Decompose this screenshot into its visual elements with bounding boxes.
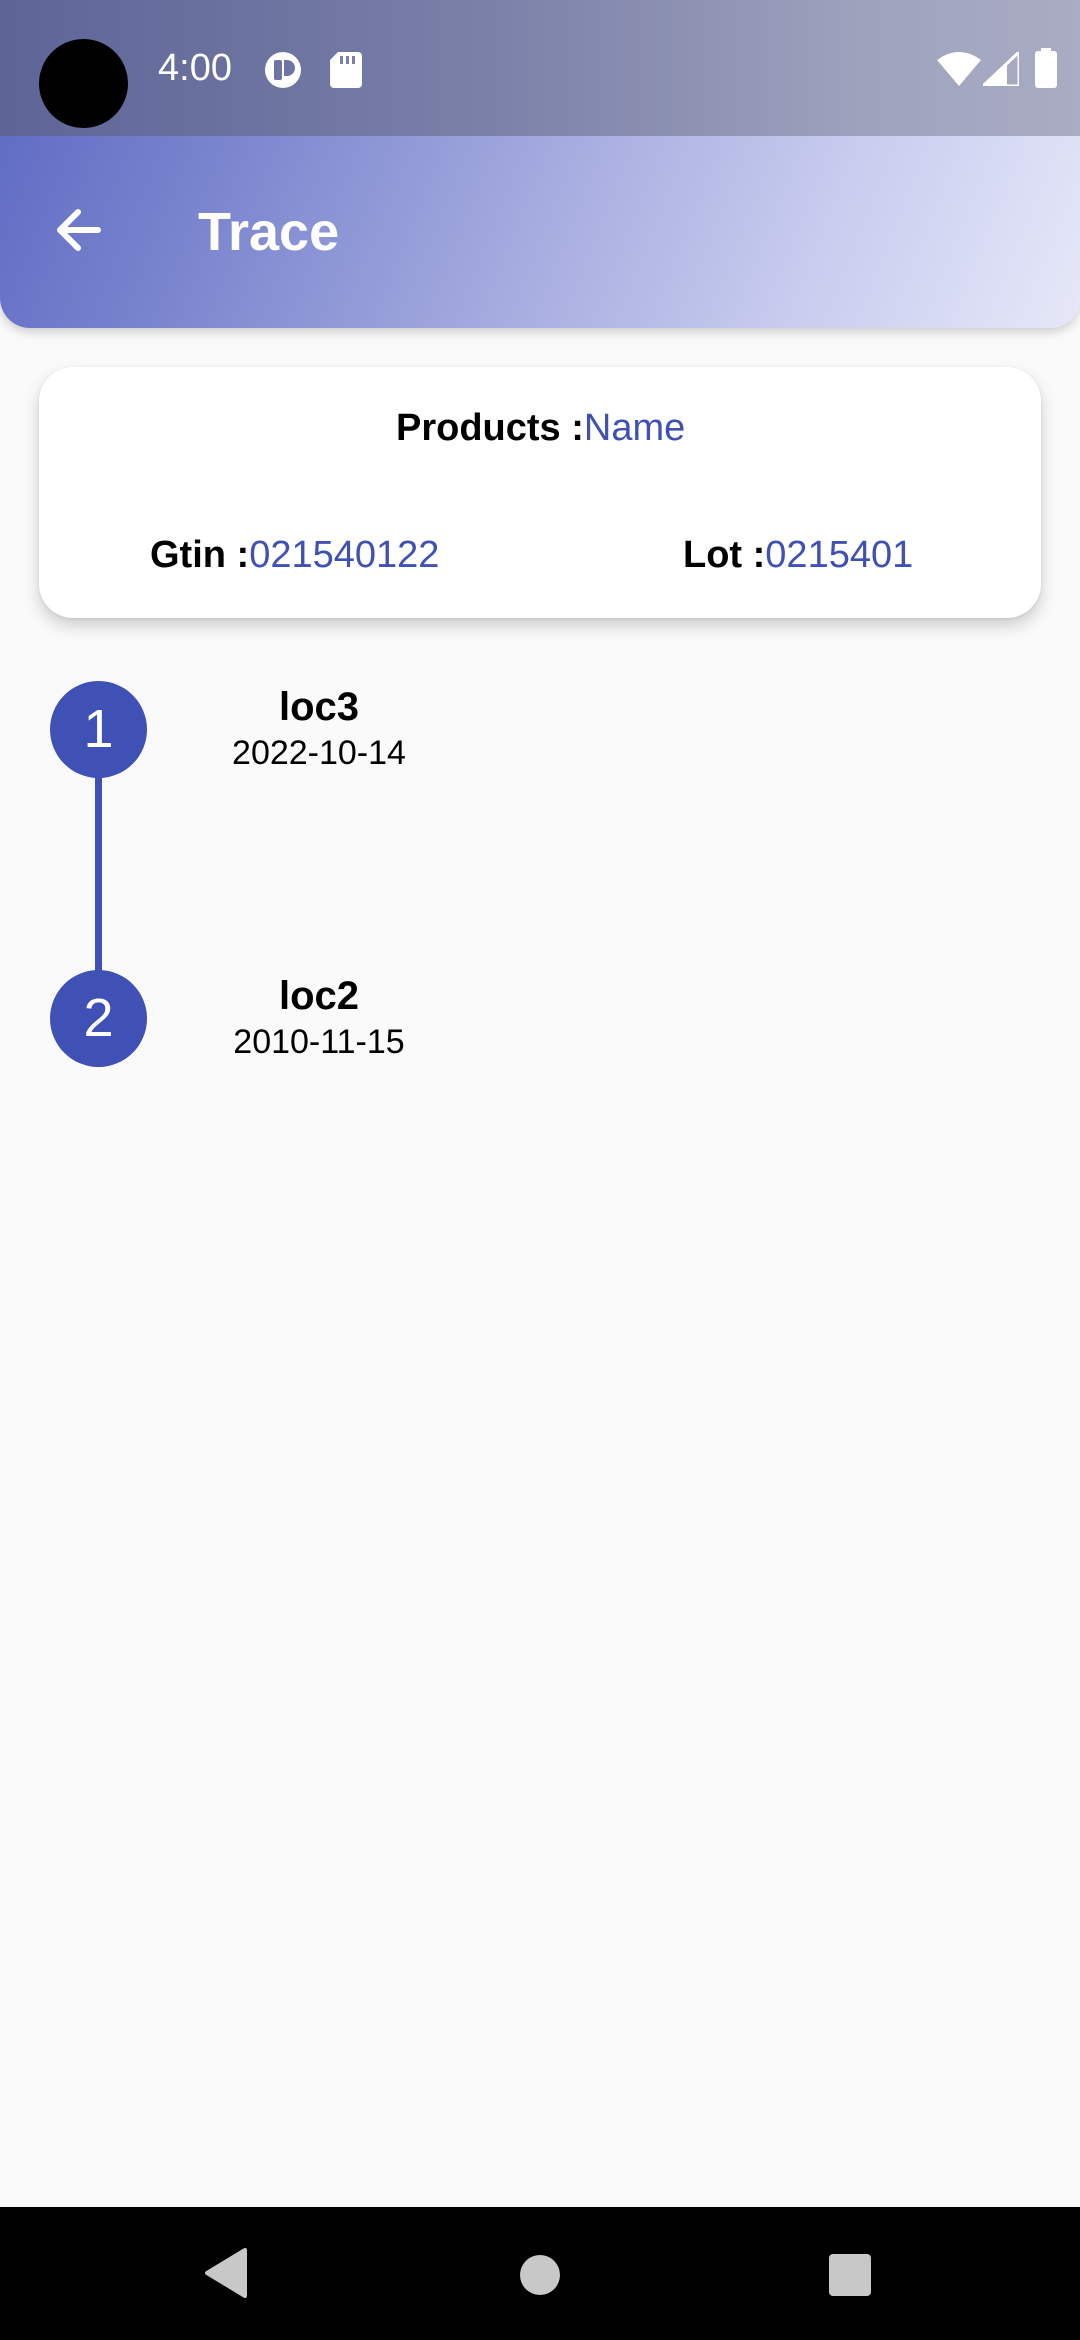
system-navigation-bar	[0, 2207, 1080, 2340]
status-time: 4:00	[158, 47, 232, 89]
gtin-row: Gtin :021540122	[150, 532, 439, 578]
back-triangle-icon[interactable]	[203, 2248, 247, 2298]
timeline-location: loc3	[278, 685, 360, 729]
product-info-card: Products :Name Gtin :021540122 Lot :0215…	[39, 367, 1041, 618]
products-value: Name	[583, 407, 686, 449]
camera-hole-icon	[39, 39, 128, 128]
timeline-step-marker: 2	[50, 970, 147, 1067]
timeline-step-marker: 1	[50, 681, 147, 778]
sd-card-icon	[330, 52, 362, 88]
home-circle-icon[interactable]	[518, 2253, 562, 2297]
status-bar: 4:00	[0, 0, 1080, 136]
wifi-icon	[937, 52, 981, 86]
page-title: Trace	[198, 202, 340, 262]
lot-row: Lot :0215401	[683, 532, 913, 578]
timeline-date: 2010-11-15	[233, 1023, 405, 1061]
arrow-back-icon[interactable]	[48, 200, 108, 260]
battery-icon	[1035, 48, 1057, 88]
app-notification-icon	[265, 52, 301, 88]
lot-label: Lot :	[683, 534, 766, 576]
app-header: 4:00 Trace	[0, 0, 1080, 328]
lot-value: 0215401	[765, 534, 914, 576]
timeline-date: 2022-10-14	[232, 734, 406, 772]
cell-signal-icon	[983, 52, 1019, 86]
products-row: Products :Name	[396, 405, 685, 451]
gtin-label: Gtin :	[150, 534, 250, 576]
products-label: Products :	[396, 407, 584, 449]
timeline-location: loc2	[278, 974, 360, 1018]
recents-square-icon[interactable]	[828, 2253, 872, 2297]
gtin-value: 021540122	[249, 534, 440, 576]
